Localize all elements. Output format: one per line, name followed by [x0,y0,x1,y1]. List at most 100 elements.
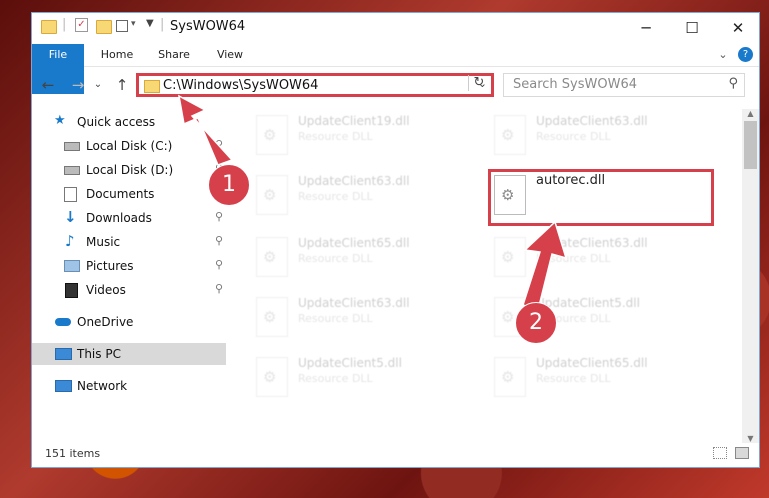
sidebar-item-network[interactable]: Network [32,375,226,397]
sidebar-item-onedrive[interactable]: OneDrive [32,311,226,333]
address-path[interactable]: C:\Windows\SysWOW64 [163,78,318,93]
expand-ribbon-icon[interactable]: ⌄ [716,44,730,66]
sidebar-item-label: OneDrive [77,315,134,329]
sidebar-item-label: Local Disk (D:) [86,163,174,177]
maximize-button[interactable]: ☐ [669,13,715,43]
sidebar-item-label: Quick access [77,115,156,129]
item-count: 151 items [45,447,101,460]
drive-icon [64,166,80,175]
large-icons-view-icon[interactable] [735,447,749,459]
sidebar-item-label: This PC [77,347,121,361]
search-icon[interactable]: ⚲ [728,76,738,91]
separator: | [160,17,165,32]
sidebar-item-local-disk-c[interactable]: Local Disk (C:) ⚲ [32,135,226,157]
dll-file-icon [494,115,526,155]
list-item[interactable]: UpdateClient5.dll Resource DLL [248,353,478,403]
list-item[interactable]: UpdateClient65.dll Resource DLL [486,353,716,403]
vertical-scrollbar[interactable]: ▲ ▼ [742,109,759,443]
sidebar-item-videos[interactable]: Videos ⚲ [32,279,226,301]
file-type: Resource DLL [536,372,611,385]
file-name: UpdateClient63.dll [536,236,648,250]
recent-locations-button[interactable]: ⌄ [88,75,108,95]
dll-file-icon [494,357,526,397]
file-name: UpdateClient65.dll [298,236,410,250]
properties-icon[interactable]: ✓ [75,18,88,32]
title-bar: | ✓ ▾ ▼ | SysWOW64 ─ ☐ ✕ [32,13,759,43]
forward-button[interactable]: → [68,75,88,95]
sidebar-item-label: Videos [86,283,126,297]
separator: | [62,17,67,32]
network-icon [55,380,72,392]
dll-file-icon [256,115,288,155]
close-button[interactable]: ✕ [715,13,761,43]
dll-file-icon [256,357,288,397]
file-type: Resource DLL [298,190,373,203]
sidebar-item-label: Local Disk (C:) [86,139,173,153]
sidebar-item-music[interactable]: ♪ Music ⚲ [32,231,226,253]
list-item[interactable]: UpdateClient63.dll Resource DLL [486,233,716,283]
help-icon[interactable]: ? [738,47,753,62]
step-2-badge: 2 [515,302,557,344]
file-type: Resource DLL [298,312,373,325]
file-explorer-window: | ✓ ▾ ▼ | SysWOW64 ─ ☐ ✕ File Home Share… [31,12,760,468]
scroll-up-icon[interactable]: ▲ [742,109,759,118]
tab-view[interactable]: View [206,44,254,66]
tab-share[interactable]: Share [150,44,198,66]
sidebar-item-downloads[interactable]: ↓ Downloads ⚲ [32,207,226,229]
file-type: Resource DLL [536,130,611,143]
up-button[interactable]: ↑ [112,75,132,95]
file-type: Resource DLL [298,130,373,143]
drive-icon [64,142,80,151]
tab-home[interactable]: Home [92,44,142,66]
sidebar-item-this-pc[interactable]: This PC [32,343,226,365]
list-item[interactable]: UpdateClient19.dll Resource DLL [248,111,478,161]
chevron-down-icon[interactable]: ▾ [131,19,136,29]
highlight-autorec-dll [488,169,714,226]
file-type: Resource DLL [298,252,373,265]
search-placeholder[interactable]: Search SysWOW64 [513,77,637,92]
quick-access-dropdown-icon[interactable]: ▼ [146,18,154,29]
window-title: SysWOW64 [170,19,246,34]
folder-icon [41,20,57,34]
sidebar-item-documents[interactable]: Documents ⚲ [32,183,226,205]
back-button[interactable]: ← [38,75,58,95]
new-folder-icon[interactable] [96,20,112,34]
videos-icon [65,283,78,298]
customize-quick-access-icon[interactable] [116,20,128,32]
list-item[interactable]: UpdateClient63.dll Resource DLL [248,293,478,343]
details-view-icon[interactable] [713,447,727,459]
dll-file-icon [256,297,288,337]
sidebar-item-label: Downloads [86,211,152,225]
documents-icon [64,187,77,202]
download-icon: ↓ [64,208,77,226]
ribbon-tabs: File Home Share View ⌄ ? [32,44,759,94]
sidebar-item-label: Pictures [86,259,134,273]
list-item[interactable]: UpdateClient63.dll Resource DLL [248,171,478,221]
search-box[interactable]: Search SysWOW64 ⚲ [503,73,745,97]
file-name: UpdateClient65.dll [536,356,648,370]
file-name: UpdateClient5.dll [536,296,640,310]
file-type: Resource DLL [536,252,611,265]
step-1-badge: 1 [208,164,250,206]
sidebar-item-quick-access[interactable]: ★ Quick access [32,111,226,133]
folder-icon [144,80,160,93]
sidebar-item-label: Music [86,235,121,249]
minimize-button[interactable]: ─ [623,13,669,43]
music-icon: ♪ [65,232,75,250]
refresh-button[interactable]: ↻ [468,75,489,91]
list-item[interactable]: UpdateClient65.dll Resource DLL [248,233,478,283]
file-list: UpdateClient19.dll Resource DLL UpdateCl… [228,109,743,439]
dll-file-icon [494,237,526,277]
navigation-pane: ★ Quick access Local Disk (C:) ⚲ Local D… [32,109,226,409]
scrollbar-thumb[interactable] [744,121,757,169]
pin-icon: ⚲ [214,138,223,151]
list-item[interactable]: UpdateClient63.dll Resource DLL [486,111,716,161]
computer-icon [55,348,72,360]
cloud-icon [55,318,71,326]
file-name: UpdateClient5.dll [298,356,402,370]
sidebar-item-label: Network [77,379,128,393]
dll-file-icon [256,175,288,215]
address-bar[interactable]: C:\Windows\SysWOW64 ⌄ [136,73,494,97]
sidebar-item-local-disk-d[interactable]: Local Disk (D:) ⚲ [32,159,226,181]
sidebar-item-pictures[interactable]: Pictures ⚲ [32,255,226,277]
